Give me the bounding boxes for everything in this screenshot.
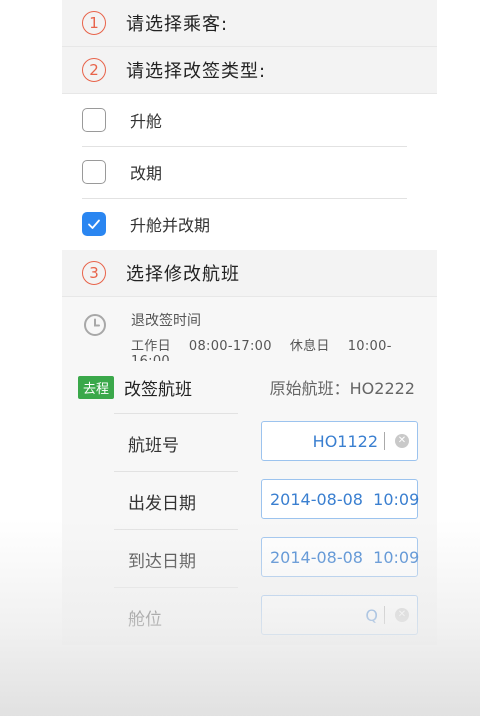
workday-hours: 08:00-17:00: [188, 339, 272, 354]
step-select-passenger[interactable]: 1 请选择乘客:: [62, 0, 437, 47]
check-icon: [88, 219, 100, 229]
text-cursor: [384, 432, 385, 450]
step-number-circle: 2: [82, 58, 106, 82]
option-label: 改期: [130, 164, 163, 183]
route-header: 去程 改签航班 原始航班：HO2222: [62, 361, 437, 413]
depart-date-row: 出发日期 2014-08-08 10:09: [62, 471, 437, 529]
cabin-row: 舱位 Q ✕: [62, 587, 437, 645]
field-label: 到达日期: [128, 552, 196, 572]
option-label: 升舱并改期: [130, 216, 211, 235]
restday-label: 休息日: [289, 339, 330, 354]
field-label: 出发日期: [128, 494, 196, 514]
checkbox-upgrade[interactable]: [82, 108, 106, 132]
flight-number-value: HO1122: [312, 431, 378, 451]
checkbox-upgrade-and-reschedule[interactable]: [82, 212, 106, 236]
original-flight: 原始航班：HO2222: [269, 379, 415, 398]
outbound-badge: 去程: [78, 375, 115, 399]
step-label: 选择修改航班: [126, 264, 240, 285]
workday-label: 工作日: [131, 339, 171, 354]
change-time-info: 退改签时间 工作日08:00-17:00休息日10:00-16:00: [62, 297, 437, 369]
field-label: 舱位: [128, 610, 162, 630]
step-select-flight[interactable]: 3 选择修改航班: [62, 250, 437, 297]
cabin-value: Q: [365, 605, 378, 625]
text-cursor: [384, 606, 385, 624]
clear-icon[interactable]: ✕: [395, 608, 409, 622]
depart-date-input[interactable]: 2014-08-08 10:09: [261, 479, 420, 519]
option-upgrade[interactable]: 升舱: [82, 94, 437, 146]
step-label: 请选择改签类型:: [126, 61, 267, 82]
route-title: 改签航班: [124, 379, 193, 400]
field-label: 航班号: [128, 436, 179, 456]
clock-icon: [84, 314, 106, 336]
change-time-title: 退改签时间: [131, 313, 201, 329]
step-number-circle: 3: [82, 261, 106, 285]
step-select-change-type[interactable]: 2 请选择改签类型:: [62, 47, 437, 94]
option-upgrade-and-reschedule[interactable]: 升舱并改期: [82, 198, 437, 250]
option-label: 升舱: [130, 112, 163, 131]
step-label: 请选择乘客:: [126, 14, 229, 35]
change-flight-panel: 1 请选择乘客: 2 请选择改签类型: 升舱 改期 升舱并改期 3 选择修改航班…: [62, 0, 437, 716]
clear-icon[interactable]: ✕: [395, 434, 409, 448]
arrive-date-input[interactable]: 2014-08-08 10:09: [261, 537, 420, 577]
cabin-input[interactable]: Q ✕: [261, 595, 418, 635]
arrive-date-value: 2014-08-08 10:09: [270, 547, 420, 567]
checkbox-reschedule[interactable]: [82, 160, 106, 184]
step-number-circle: 1: [82, 11, 106, 35]
depart-date-value: 2014-08-08 10:09: [270, 489, 420, 509]
option-reschedule[interactable]: 改期: [82, 146, 437, 198]
flight-number-input[interactable]: HO1122 ✕: [261, 421, 418, 461]
flight-number-row: 航班号 HO1122 ✕: [62, 413, 437, 471]
arrive-date-row: 到达日期 2014-08-08 10:09: [62, 529, 437, 587]
